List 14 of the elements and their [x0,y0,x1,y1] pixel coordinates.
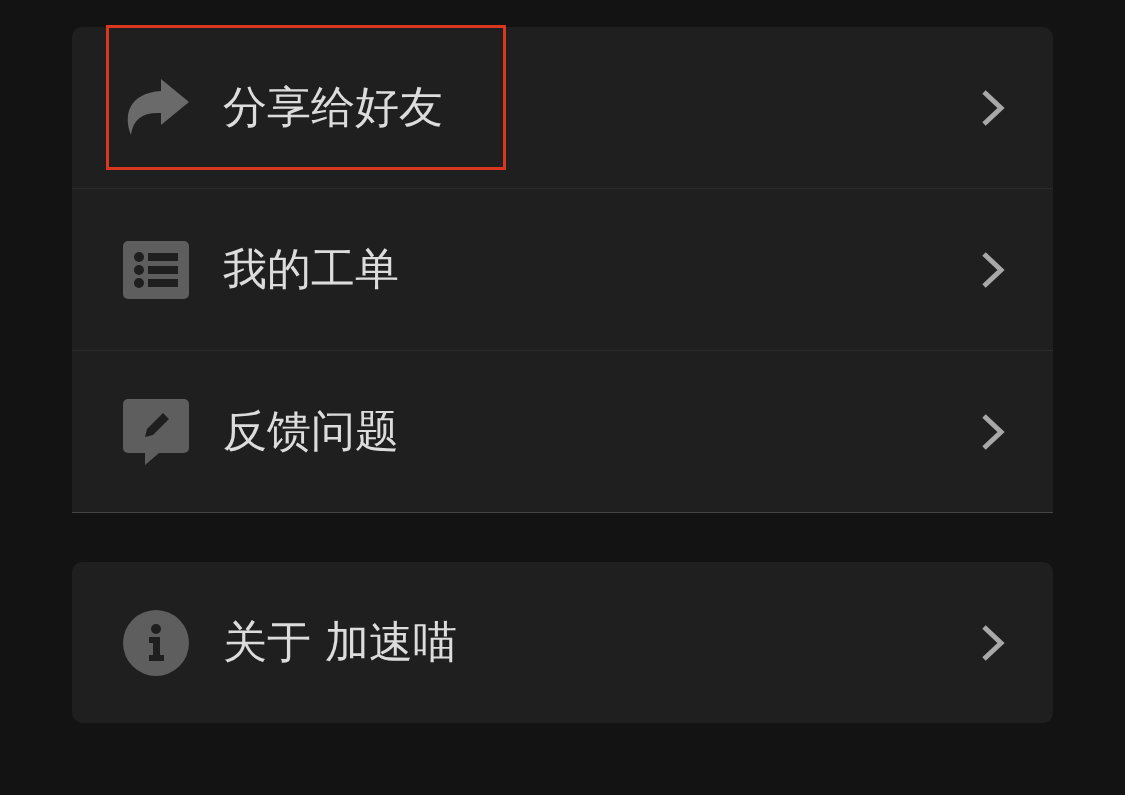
chevron-right-icon [980,411,1006,452]
menu-item[interactable]: 关于 加速喵 [72,562,1053,723]
info-icon [123,609,189,676]
chevron-right-icon [980,622,1006,663]
menu-item[interactable]: 反馈问题 [72,350,1053,512]
menu-item[interactable]: 我的工单 [72,188,1053,350]
menu-item[interactable]: 分享给好友 [72,27,1053,188]
chevron-right-icon [980,249,1006,290]
chevron-right-icon [980,87,1006,128]
menu-label: 分享给好友 [223,81,444,134]
menu-label: 关于 加速喵 [223,616,458,669]
menu-label: 反馈问题 [223,405,400,458]
menu-label: 我的工单 [223,243,400,296]
pencil-bubble-icon [123,398,189,465]
